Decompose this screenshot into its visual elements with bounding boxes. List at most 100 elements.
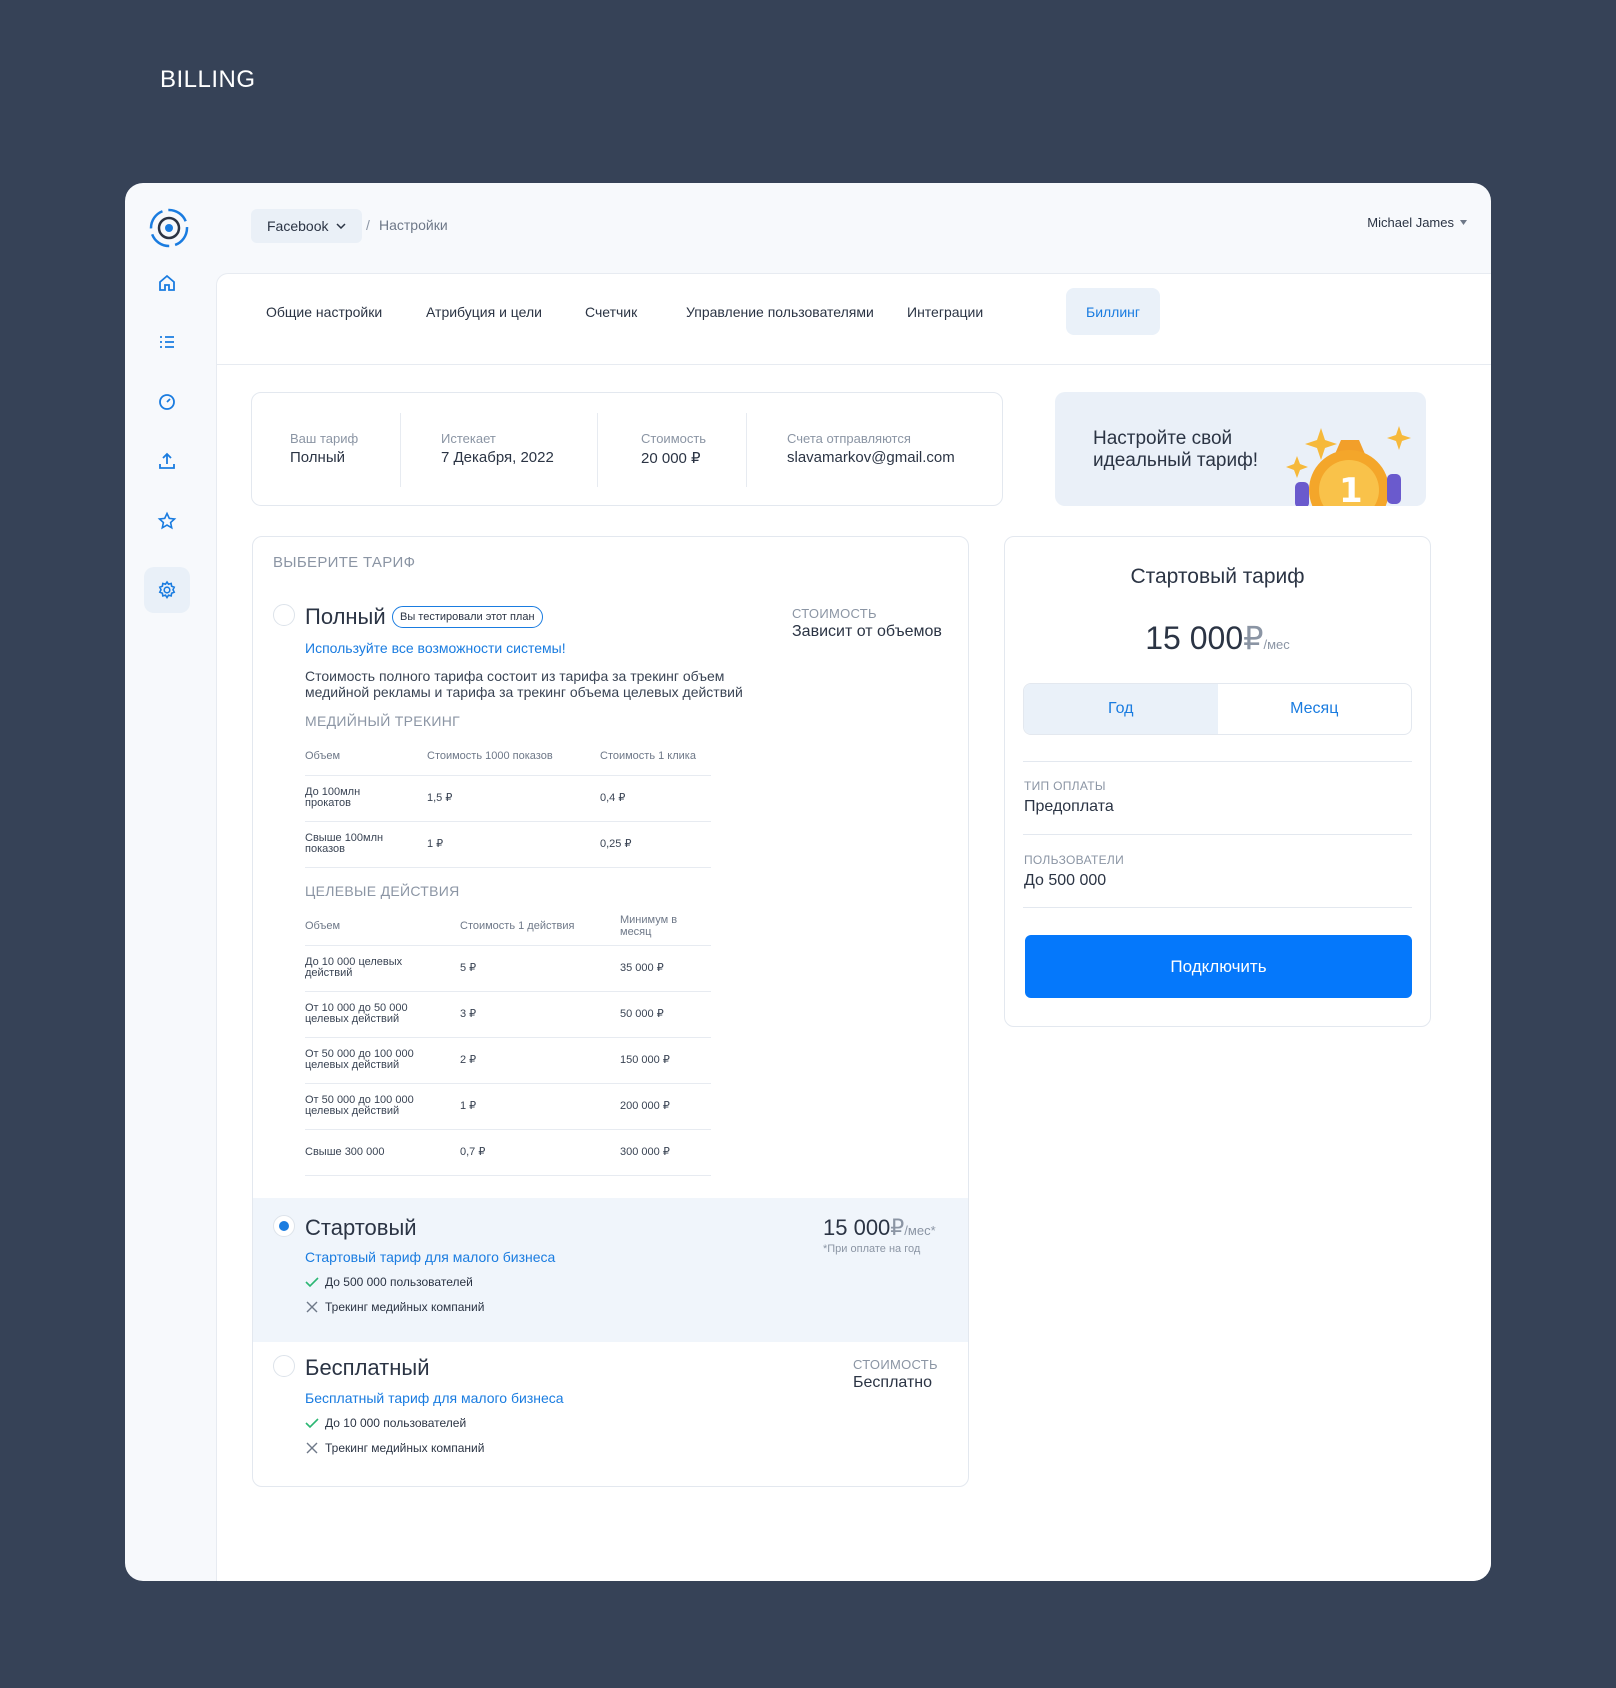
cost-label: Стоимость [641, 431, 707, 446]
selected-plan-card: Стартовый тариф 15 000₽/мес Год Месяц ТИ… [1004, 536, 1431, 1027]
price-cell: 1 ₽ [460, 1083, 620, 1130]
price-cell: 3 ₽ [460, 991, 620, 1038]
price-amount: 15 000 [1145, 620, 1244, 656]
tab-general[interactable]: Общие настройки [246, 288, 402, 335]
card-price: 15 000₽/мес [1005, 619, 1430, 657]
user-name: Michael James [1367, 215, 1454, 230]
expires-value: 7 Декабря, 2022 [441, 449, 554, 466]
page-heading: BILLING [160, 66, 256, 93]
price-cell: 0,25 ₽ [600, 821, 711, 868]
tab-attribution[interactable]: Атрибуция и цели [406, 288, 562, 335]
user-menu[interactable]: Michael James [1367, 215, 1467, 230]
billing-period-toggle: Год Месяц [1023, 683, 1412, 735]
plans-title: ВЫБЕРИТЕ ТАРИФ [273, 554, 416, 571]
card-title: Стартовый тариф [1130, 565, 1305, 588]
users-value: До 500 000 [1024, 872, 1107, 889]
price-unit: /мес* [904, 1223, 936, 1238]
volume-cell: Свыше 300 000 [305, 1129, 460, 1176]
feature-text: Трекинг медийных компаний [325, 1441, 485, 1455]
upload-icon[interactable] [144, 438, 190, 484]
currency: ₽ [890, 1215, 905, 1240]
tested-plan-badge: Вы тестировали этот план [392, 606, 543, 628]
column-header: Стоимость 1 клика [600, 737, 711, 776]
payment-type-value: Предоплата [1024, 798, 1114, 815]
cross-icon [306, 1301, 318, 1313]
cost-value: 20 000 ₽ [641, 450, 701, 467]
column-header: Объем [305, 737, 427, 776]
minimum-cell: 300 000 ₽ [620, 1129, 711, 1176]
tab-integrations[interactable]: Интеграции [887, 288, 1003, 335]
target-actions-title: ЦЕЛЕВЫЕ ДЕЙСТВИЯ [305, 883, 460, 899]
price-cell: 1,5 ₽ [427, 775, 600, 822]
table-row: До 100млн прокатов 1,5 ₽ 0,4 ₽ [305, 775, 711, 822]
promo-text: Настройте свой идеальный тариф! [1093, 428, 1259, 471]
table-row: От 50 000 до 100 000 целевых действий 2 … [305, 1037, 711, 1084]
feature-excluded: Трекинг медийных компаний [305, 1441, 484, 1455]
period-month-button[interactable]: Месяц [1218, 684, 1412, 734]
media-tracking-table: Объем Стоимость 1000 показов Стоимость 1… [305, 737, 711, 868]
gear-icon[interactable] [144, 567, 190, 613]
plan-start-note: *При оплате на год [823, 1243, 921, 1255]
current-plan-summary: Ваш тариф Полный Истекает 7 Декабря, 202… [251, 392, 1003, 506]
volume-cell: От 50 000 до 100 000 целевых действий [305, 1037, 460, 1084]
tab-users[interactable]: Управление пользователями [666, 288, 894, 335]
plan-full-price: Зависит от объемов [792, 623, 942, 640]
plan-free-radio[interactable] [273, 1355, 295, 1377]
project-dropdown[interactable]: Facebook [251, 209, 363, 243]
expires-label: Истекает [441, 431, 496, 446]
users-label: ПОЛЬЗОВАТЕЛИ [1024, 853, 1124, 867]
table-row: Свыше 100млн показов 1 ₽ 0,25 ₽ [305, 821, 711, 868]
divider [1023, 761, 1412, 762]
feature-text: До 500 000 пользователей [325, 1275, 473, 1289]
volume-cell: От 10 000 до 50 000 целевых действий [305, 991, 460, 1038]
medal-number: 1 [1339, 471, 1363, 506]
promo-banner[interactable]: Настройте свой идеальный тариф! 1 [1055, 392, 1426, 506]
price-amount: 15 000 [823, 1215, 891, 1240]
plan-value: Полный [290, 449, 345, 466]
table-row: Свыше 300 000 0,7 ₽ 300 000 ₽ [305, 1129, 711, 1176]
logo-icon[interactable] [147, 206, 191, 250]
table-header-row: Объем Стоимость 1000 показов Стоимость 1… [305, 737, 711, 776]
invoices-label: Счета отправляются [787, 431, 911, 446]
volume-cell: До 100млн прокатов [305, 775, 427, 822]
table-row: До 10 000 целевых действий 5 ₽ 35 000 ₽ [305, 945, 711, 992]
price-unit: /мес [1263, 637, 1290, 652]
plan-full-subtitle: Используйте все возможности системы! [305, 640, 566, 656]
invoices-email: slavamarkov@gmail.com [787, 449, 955, 466]
medal-illustration: 1 [1286, 426, 1411, 506]
breadcrumb-current[interactable]: Настройки [379, 217, 448, 233]
volume-cell: От 50 000 до 100 000 целевых действий [305, 1083, 460, 1130]
star-icon[interactable] [144, 498, 190, 544]
home-icon[interactable] [144, 260, 190, 306]
table-row: От 10 000 до 50 000 целевых действий 3 ₽… [305, 991, 711, 1038]
plan-start-radio[interactable] [273, 1215, 295, 1237]
plan-full-description: Стоимость полного тарифа состоит из тари… [305, 668, 743, 700]
gauge-icon[interactable] [144, 379, 190, 425]
settings-content: Общие настройки Атрибуция и цели Счетчик… [216, 273, 1491, 1581]
minimum-cell: 35 000 ₽ [620, 945, 711, 992]
check-icon [305, 1418, 319, 1429]
plan-full-radio[interactable] [273, 604, 295, 626]
plan-start-price: 15 000₽/мес* [823, 1215, 936, 1241]
media-tracking-title: МЕДИЙНЫЙ ТРЕКИНГ [305, 713, 460, 729]
period-year-button[interactable]: Год [1024, 684, 1218, 734]
feature-included: До 10 000 пользователей [305, 1416, 466, 1430]
caret-down-icon [1460, 220, 1467, 225]
tab-billing[interactable]: Биллинг [1066, 288, 1161, 335]
list-icon[interactable] [144, 319, 190, 365]
project-label: Facebook [267, 218, 329, 234]
plan-full-price-label: СТОИМОСТЬ [792, 606, 877, 621]
minimum-cell: 150 000 ₽ [620, 1037, 711, 1084]
plan-free-price-label: СТОИМОСТЬ [853, 1357, 938, 1372]
tab-counter[interactable]: Счетчик [565, 288, 657, 335]
breadcrumb-separator: / [366, 217, 370, 233]
app-window: Facebook / Настройки Michael James Общие… [125, 183, 1491, 1581]
price-cell: 0,7 ₽ [460, 1129, 620, 1176]
plan-selector: ВЫБЕРИТЕ ТАРИФ Полный Вы тестировали это… [252, 536, 969, 1487]
minimum-cell: 200 000 ₽ [620, 1083, 711, 1130]
plan-free-name: Бесплатный [305, 1355, 430, 1380]
column-header: Объем [305, 907, 460, 946]
connect-button[interactable]: Подключить [1025, 935, 1412, 998]
volume-cell: До 10 000 целевых действий [305, 945, 460, 992]
divider [1023, 834, 1412, 835]
